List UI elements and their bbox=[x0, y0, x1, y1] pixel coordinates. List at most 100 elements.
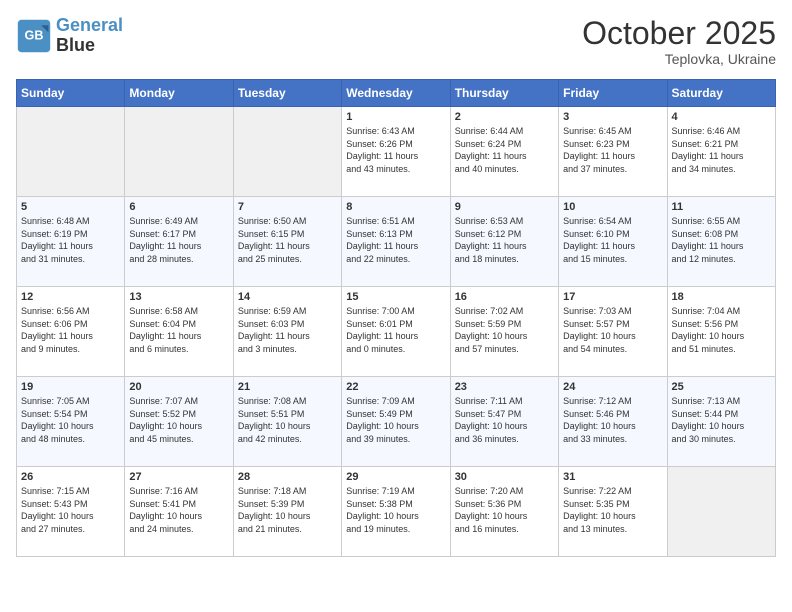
calendar-cell: 24 Sunrise: 7:12 AM Sunset: 5:46 PM Dayli… bbox=[559, 377, 667, 467]
day-info: Sunrise: 6:58 AM Sunset: 6:04 PM Dayligh… bbox=[129, 305, 228, 355]
day-info: Sunrise: 7:15 AM Sunset: 5:43 PM Dayligh… bbox=[21, 485, 120, 535]
day-header-monday: Monday bbox=[125, 80, 233, 107]
day-header-thursday: Thursday bbox=[450, 80, 558, 107]
calendar-cell: 14 Sunrise: 6:59 AM Sunset: 6:03 PM Dayli… bbox=[233, 287, 341, 377]
day-number: 5 bbox=[21, 201, 120, 213]
day-number: 19 bbox=[21, 381, 120, 393]
calendar-week-4: 19 Sunrise: 7:05 AM Sunset: 5:54 PM Dayli… bbox=[17, 377, 776, 467]
day-info: Sunrise: 7:18 AM Sunset: 5:39 PM Dayligh… bbox=[238, 485, 337, 535]
calendar-week-5: 26Sunrise: 7:15 AM Sunset: 5:43 PM Dayli… bbox=[17, 467, 776, 557]
calendar-cell: 16Sunrise: 7:02 AM Sunset: 5:59 PM Dayli… bbox=[450, 287, 558, 377]
calendar-cell: 31 Sunrise: 7:22 AM Sunset: 5:35 PM Dayli… bbox=[559, 467, 667, 557]
day-info: Sunrise: 6:51 AM Sunset: 6:13 PM Dayligh… bbox=[346, 215, 445, 265]
calendar-cell: 15 Sunrise: 7:00 AM Sunset: 6:01 PM Dayli… bbox=[342, 287, 450, 377]
day-number: 6 bbox=[129, 201, 228, 213]
day-info: Sunrise: 7:04 AM Sunset: 5:56 PM Dayligh… bbox=[672, 305, 771, 355]
day-header-friday: Friday bbox=[559, 80, 667, 107]
calendar-cell: 27 Sunrise: 7:16 AM Sunset: 5:41 PM Dayli… bbox=[125, 467, 233, 557]
day-header-saturday: Saturday bbox=[667, 80, 775, 107]
day-info: Sunrise: 7:09 AM Sunset: 5:49 PM Dayligh… bbox=[346, 395, 445, 445]
day-info: Sunrise: 7:13 AM Sunset: 5:44 PM Dayligh… bbox=[672, 395, 771, 445]
calendar-week-3: 12 Sunrise: 6:56 AM Sunset: 6:06 PM Dayli… bbox=[17, 287, 776, 377]
calendar-cell: 26Sunrise: 7:15 AM Sunset: 5:43 PM Dayli… bbox=[17, 467, 125, 557]
day-number: 18 bbox=[672, 291, 771, 303]
calendar-cell: 23 Sunrise: 7:11 AM Sunset: 5:47 PM Dayli… bbox=[450, 377, 558, 467]
day-info: Sunrise: 7:16 AM Sunset: 5:41 PM Dayligh… bbox=[129, 485, 228, 535]
day-info: Sunrise: 6:56 AM Sunset: 6:06 PM Dayligh… bbox=[21, 305, 120, 355]
day-info: Sunrise: 7:03 AM Sunset: 5:57 PM Dayligh… bbox=[563, 305, 662, 355]
day-number: 12 bbox=[21, 291, 120, 303]
calendar-cell: 6 Sunrise: 6:49 AM Sunset: 6:17 PM Daylig… bbox=[125, 197, 233, 287]
day-number: 15 bbox=[346, 291, 445, 303]
day-number: 31 bbox=[563, 471, 662, 483]
calendar-cell: 8 Sunrise: 6:51 AM Sunset: 6:13 PM Daylig… bbox=[342, 197, 450, 287]
title-block: October 2025 Teplovka, Ukraine bbox=[582, 16, 776, 67]
logo-icon: GB bbox=[16, 18, 52, 54]
calendar-cell: 11 Sunrise: 6:55 AM Sunset: 6:08 PM Dayli… bbox=[667, 197, 775, 287]
day-number: 11 bbox=[672, 201, 771, 213]
day-number: 14 bbox=[238, 291, 337, 303]
logo: GB General Blue bbox=[16, 16, 123, 56]
day-header-wednesday: Wednesday bbox=[342, 80, 450, 107]
day-info: Sunrise: 6:45 AM Sunset: 6:23 PM Dayligh… bbox=[563, 125, 662, 175]
calendar-cell: 21 Sunrise: 7:08 AM Sunset: 5:51 PM Dayli… bbox=[233, 377, 341, 467]
header-row: SundayMondayTuesdayWednesdayThursdayFrid… bbox=[17, 80, 776, 107]
day-number: 30 bbox=[455, 471, 554, 483]
day-number: 24 bbox=[563, 381, 662, 393]
calendar-cell: 1Sunrise: 6:43 AM Sunset: 6:26 PM Daylig… bbox=[342, 107, 450, 197]
day-info: Sunrise: 6:48 AM Sunset: 6:19 PM Dayligh… bbox=[21, 215, 120, 265]
calendar-week-1: 1Sunrise: 6:43 AM Sunset: 6:26 PM Daylig… bbox=[17, 107, 776, 197]
day-header-sunday: Sunday bbox=[17, 80, 125, 107]
calendar-cell: 13 Sunrise: 6:58 AM Sunset: 6:04 PM Dayli… bbox=[125, 287, 233, 377]
calendar-cell: 3 Sunrise: 6:45 AM Sunset: 6:23 PM Daylig… bbox=[559, 107, 667, 197]
location-label: Teplovka, Ukraine bbox=[582, 51, 776, 67]
month-title: October 2025 bbox=[582, 16, 776, 51]
day-info: Sunrise: 6:59 AM Sunset: 6:03 PM Dayligh… bbox=[238, 305, 337, 355]
calendar-cell: 18 Sunrise: 7:04 AM Sunset: 5:56 PM Dayli… bbox=[667, 287, 775, 377]
calendar-cell bbox=[233, 107, 341, 197]
day-number: 21 bbox=[238, 381, 337, 393]
calendar-cell: 28 Sunrise: 7:18 AM Sunset: 5:39 PM Dayli… bbox=[233, 467, 341, 557]
day-info: Sunrise: 7:20 AM Sunset: 5:36 PM Dayligh… bbox=[455, 485, 554, 535]
day-number: 29 bbox=[346, 471, 445, 483]
day-number: 17 bbox=[563, 291, 662, 303]
day-header-tuesday: Tuesday bbox=[233, 80, 341, 107]
day-number: 1 bbox=[346, 111, 445, 123]
day-info: Sunrise: 6:53 AM Sunset: 6:12 PM Dayligh… bbox=[455, 215, 554, 265]
calendar-cell: 7Sunrise: 6:50 AM Sunset: 6:15 PM Daylig… bbox=[233, 197, 341, 287]
day-number: 25 bbox=[672, 381, 771, 393]
calendar-cell bbox=[125, 107, 233, 197]
day-info: Sunrise: 7:19 AM Sunset: 5:38 PM Dayligh… bbox=[346, 485, 445, 535]
page-header: GB General Blue October 2025 Teplovka, U… bbox=[16, 16, 776, 67]
day-number: 9 bbox=[455, 201, 554, 213]
day-number: 2 bbox=[455, 111, 554, 123]
calendar-cell: 2Sunrise: 6:44 AM Sunset: 6:24 PM Daylig… bbox=[450, 107, 558, 197]
day-info: Sunrise: 6:55 AM Sunset: 6:08 PM Dayligh… bbox=[672, 215, 771, 265]
day-info: Sunrise: 6:49 AM Sunset: 6:17 PM Dayligh… bbox=[129, 215, 228, 265]
day-info: Sunrise: 6:46 AM Sunset: 6:21 PM Dayligh… bbox=[672, 125, 771, 175]
calendar-cell: 17 Sunrise: 7:03 AM Sunset: 5:57 PM Dayli… bbox=[559, 287, 667, 377]
day-number: 23 bbox=[455, 381, 554, 393]
day-number: 22 bbox=[346, 381, 445, 393]
calendar-cell: 5 Sunrise: 6:48 AM Sunset: 6:19 PM Daylig… bbox=[17, 197, 125, 287]
day-number: 27 bbox=[129, 471, 228, 483]
calendar-cell: 25 Sunrise: 7:13 AM Sunset: 5:44 PM Dayli… bbox=[667, 377, 775, 467]
calendar-cell: 30 Sunrise: 7:20 AM Sunset: 5:36 PM Dayli… bbox=[450, 467, 558, 557]
day-info: Sunrise: 7:11 AM Sunset: 5:47 PM Dayligh… bbox=[455, 395, 554, 445]
calendar-cell: 20Sunrise: 7:07 AM Sunset: 5:52 PM Dayli… bbox=[125, 377, 233, 467]
calendar-cell: 9 Sunrise: 6:53 AM Sunset: 6:12 PM Daylig… bbox=[450, 197, 558, 287]
day-number: 8 bbox=[346, 201, 445, 213]
day-number: 3 bbox=[563, 111, 662, 123]
day-info: Sunrise: 7:00 AM Sunset: 6:01 PM Dayligh… bbox=[346, 305, 445, 355]
day-number: 16 bbox=[455, 291, 554, 303]
calendar-table: SundayMondayTuesdayWednesdayThursdayFrid… bbox=[16, 79, 776, 557]
day-info: Sunrise: 7:22 AM Sunset: 5:35 PM Dayligh… bbox=[563, 485, 662, 535]
day-info: Sunrise: 7:05 AM Sunset: 5:54 PM Dayligh… bbox=[21, 395, 120, 445]
day-info: Sunrise: 7:12 AM Sunset: 5:46 PM Dayligh… bbox=[563, 395, 662, 445]
calendar-cell bbox=[667, 467, 775, 557]
day-info: Sunrise: 7:08 AM Sunset: 5:51 PM Dayligh… bbox=[238, 395, 337, 445]
day-number: 13 bbox=[129, 291, 228, 303]
day-info: Sunrise: 7:07 AM Sunset: 5:52 PM Dayligh… bbox=[129, 395, 228, 445]
day-number: 28 bbox=[238, 471, 337, 483]
day-number: 10 bbox=[563, 201, 662, 213]
